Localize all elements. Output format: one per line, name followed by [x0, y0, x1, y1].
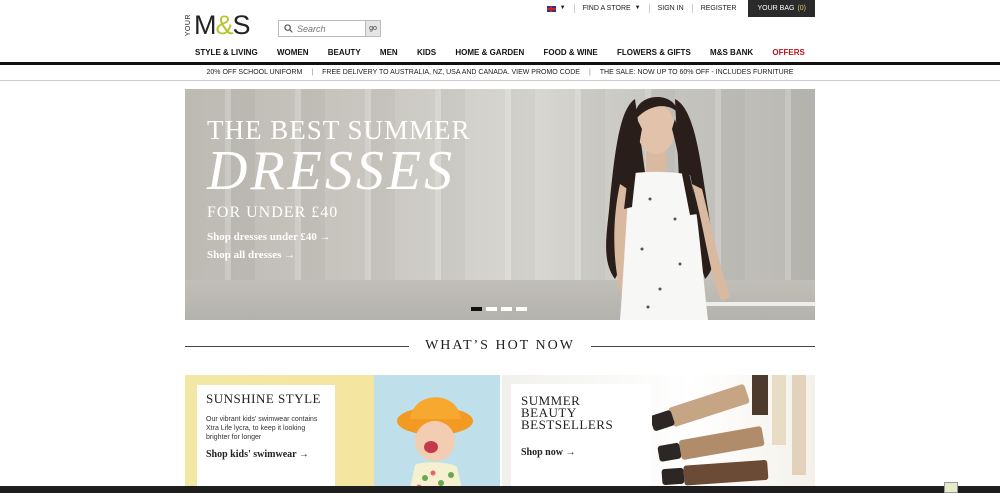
- your-bag-button[interactable]: YOUR BAG (0): [748, 0, 815, 17]
- summer-beauty-tile[interactable]: SUMMER BEAUTY BESTSELLERS Shop now →: [502, 375, 815, 493]
- bag-count: (0): [797, 5, 806, 12]
- shop-kids-swimwear-link[interactable]: Shop kids' swimwear →: [206, 449, 326, 460]
- nav-men[interactable]: MEN: [380, 48, 398, 57]
- promo-separator: |: [311, 69, 314, 76]
- find-store-link[interactable]: FIND A STORE ▼: [573, 4, 649, 13]
- nav-women[interactable]: WOMEN: [277, 48, 309, 57]
- logo-your-text: YOUR: [185, 13, 192, 37]
- sunshine-style-tile[interactable]: SUNSHINE STYLE Our vibrant kids' swimwea…: [185, 375, 500, 493]
- ms-logo[interactable]: YOUR M&S: [185, 9, 251, 40]
- search-input[interactable]: [297, 23, 367, 34]
- kid-photo: [397, 397, 473, 493]
- beauty-products-photo: [652, 375, 806, 486]
- hero-headline-2: DRESSES: [207, 140, 456, 202]
- feedback-icon[interactable]: [944, 482, 958, 493]
- nav-style-living[interactable]: STYLE & LIVING: [195, 48, 258, 57]
- tile-description: Our vibrant kids' swimwear contains Xtra…: [206, 416, 318, 441]
- chevron-down-icon: ▼: [559, 5, 566, 11]
- bottom-bar: [0, 482, 1000, 493]
- country-selector[interactable]: ▼: [539, 4, 574, 13]
- find-store-label: FIND A STORE: [582, 5, 631, 12]
- hero-subheadline: FOR UNDER £40: [207, 204, 339, 221]
- main-nav: STYLE & LIVING WOMEN BEAUTY MEN KIDS HOM…: [185, 43, 815, 61]
- nav-offers[interactable]: OFFERS: [772, 48, 804, 57]
- nav-beauty[interactable]: BEAUTY: [328, 48, 361, 57]
- promo-free-delivery[interactable]: FREE DELIVERY TO AUSTRALIA, NZ, USA AND …: [322, 69, 580, 76]
- sign-in-link[interactable]: SIGN IN: [648, 4, 692, 13]
- promo-sale[interactable]: THE SALE: NOW UP TO 60% OFF - INCLUDES F…: [600, 69, 794, 76]
- logo-ms-text: M&S: [194, 9, 251, 40]
- nav-home-garden[interactable]: HOME & GARDEN: [455, 48, 524, 57]
- promo-strip: 20% OFF SCHOOL UNIFORM | FREE DELIVERY T…: [0, 65, 1000, 81]
- tile-title-line-3: BESTSELLERS: [521, 417, 614, 432]
- nav-food-wine[interactable]: FOOD & WINE: [544, 48, 598, 57]
- nav-ms-bank[interactable]: M&S BANK: [710, 48, 753, 57]
- carousel-dots: [471, 307, 527, 311]
- bag-label: YOUR BAG: [757, 5, 795, 12]
- carousel-dot[interactable]: [486, 307, 497, 311]
- heading-rule-left: [185, 345, 410, 347]
- shop-dresses-under-40-link[interactable]: Shop dresses under £40 →: [207, 231, 331, 243]
- carousel-dot[interactable]: [516, 307, 527, 311]
- carousel-dot[interactable]: [471, 307, 482, 311]
- shop-all-dresses-link[interactable]: Shop all dresses →: [207, 249, 295, 261]
- chevron-down-icon: ▼: [634, 5, 641, 11]
- promo-separator: |: [588, 69, 591, 76]
- carousel-dot[interactable]: [501, 307, 512, 311]
- nav-kids[interactable]: KIDS: [417, 48, 436, 57]
- promo-school-uniform[interactable]: 20% OFF SCHOOL UNIFORM: [207, 69, 303, 76]
- section-title: WHAT’S HOT NOW: [425, 338, 575, 353]
- whats-hot-heading: WHAT’S HOT NOW: [185, 337, 815, 355]
- uk-flag-icon: [546, 5, 556, 12]
- search-go-button[interactable]: go: [365, 20, 381, 37]
- register-link[interactable]: REGISTER: [691, 4, 745, 13]
- heading-rule-right: [590, 345, 815, 347]
- utility-bar: ▼ FIND A STORE ▼ SIGN IN REGISTER YOUR B…: [539, 0, 815, 17]
- hero-banner[interactable]: THE BEST SUMMER DRESSES FOR UNDER £40 Sh…: [185, 89, 815, 320]
- model-photo: [606, 97, 730, 320]
- sunshine-style-card: SUNSHINE STYLE Our vibrant kids' swimwea…: [197, 385, 335, 493]
- search-box: go: [278, 20, 381, 37]
- shop-now-link[interactable]: Shop now →: [521, 447, 641, 458]
- tile-title: SUNSHINE STYLE: [206, 391, 321, 406]
- summer-beauty-card: SUMMER BEAUTY BESTSELLERS Shop now →: [511, 384, 651, 493]
- search-icon: [281, 22, 295, 36]
- nav-flowers-gifts[interactable]: FLOWERS & GIFTS: [617, 48, 691, 57]
